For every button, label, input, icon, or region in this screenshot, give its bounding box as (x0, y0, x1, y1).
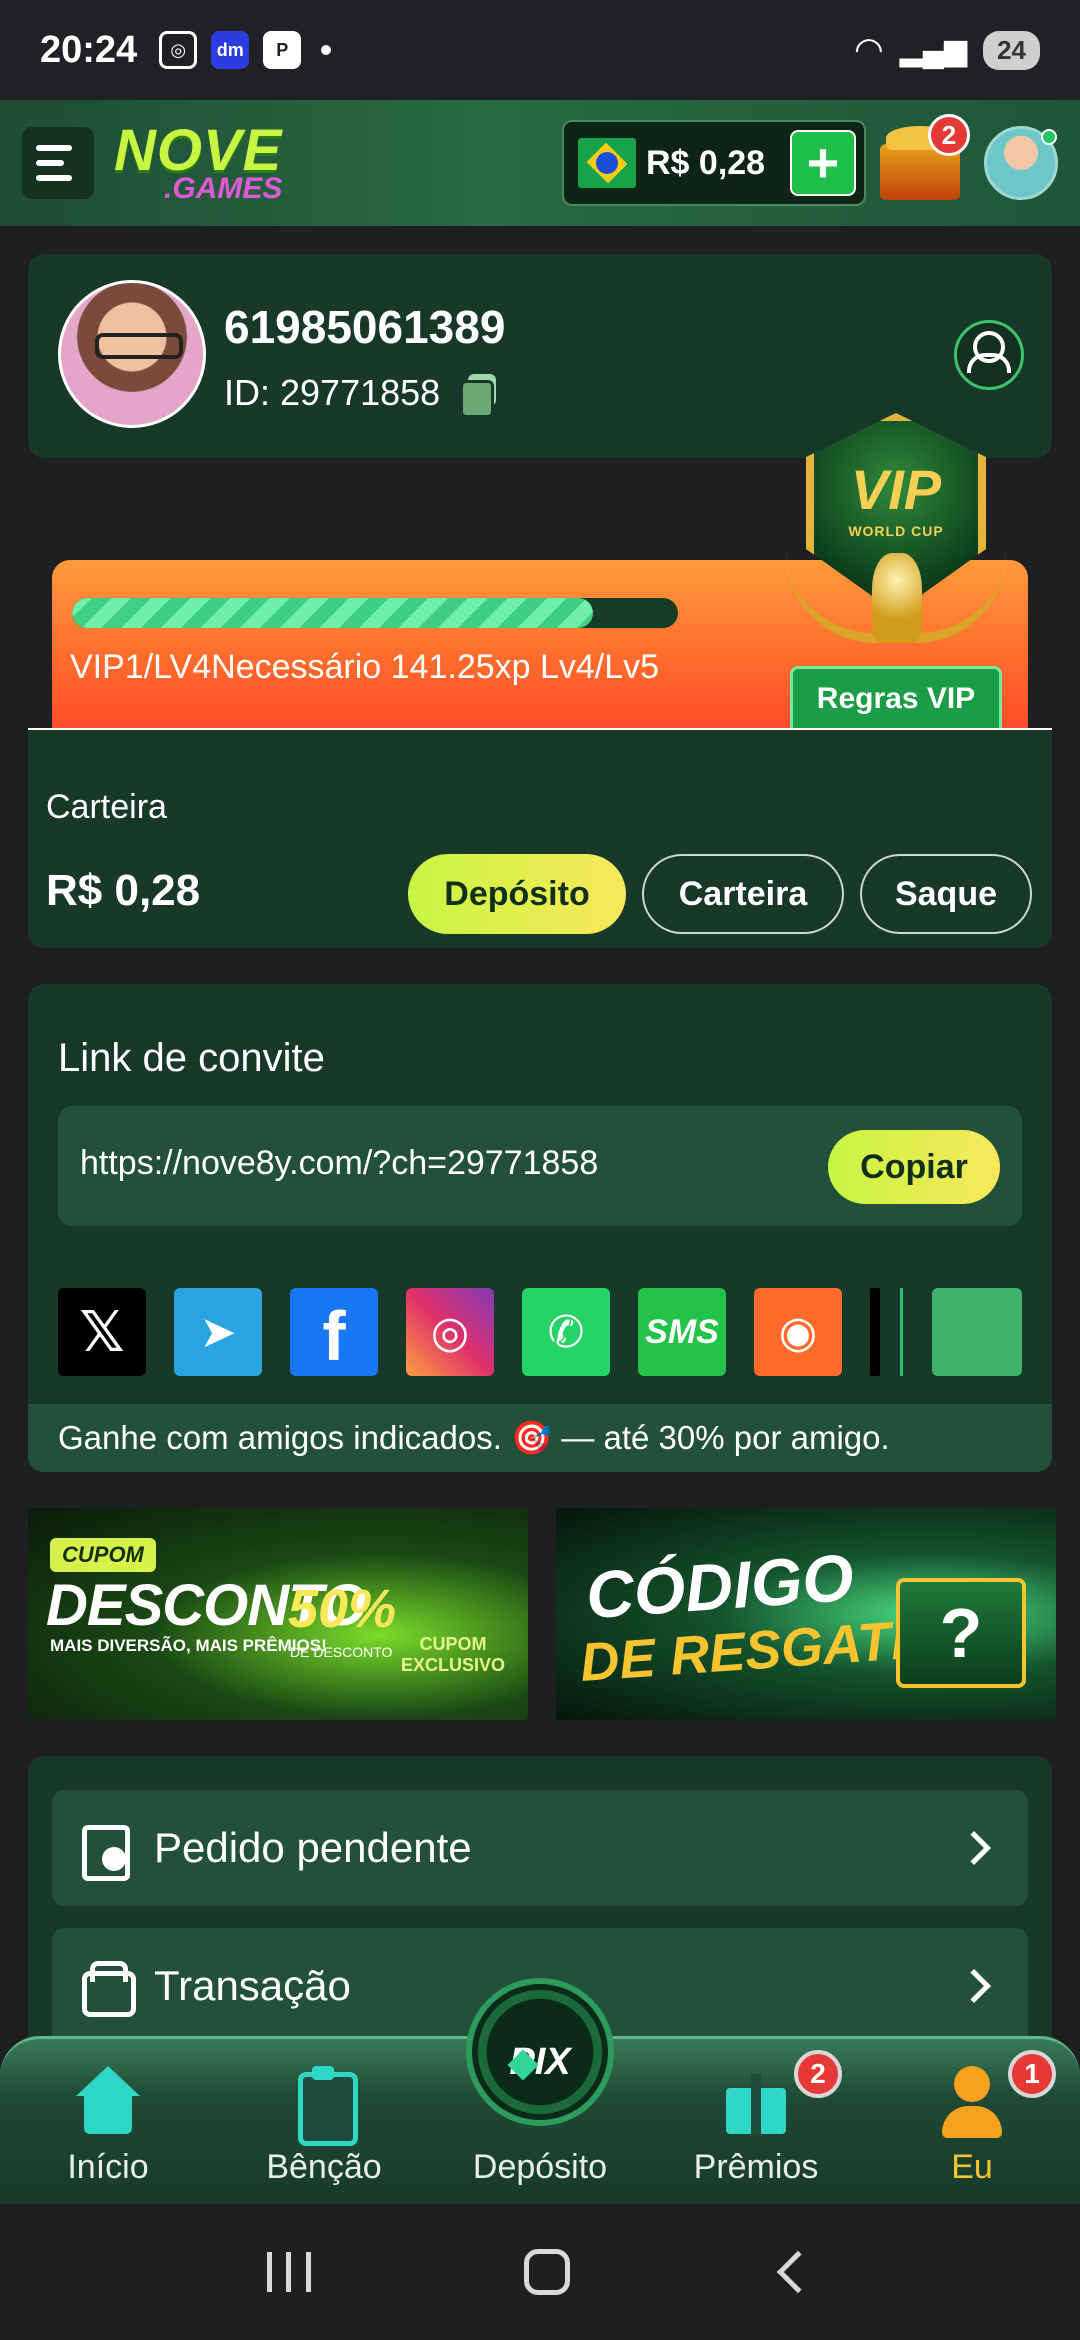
vip-badge-icon: VIP WORLD CUP (786, 403, 1006, 663)
list-item-pending-order[interactable]: Pedido pendente (52, 1790, 1028, 1906)
menu-button[interactable] (22, 127, 94, 199)
nav-home[interactable]: Início (8, 2066, 208, 2187)
profile-phone: 61985061389 (224, 301, 506, 353)
mystery-gift-icon: ? (896, 1578, 1026, 1688)
clipboard-icon (288, 2066, 360, 2146)
social-share-row: 𝕏 ➤ f ◎ ✆ SMS ◉ (58, 1288, 1022, 1376)
transaction-wallet-icon (80, 1959, 136, 2017)
notification-icons: ◎ dm P (159, 31, 332, 69)
support-avatar[interactable] (984, 126, 1058, 200)
x-icon[interactable]: 𝕏 (58, 1288, 146, 1376)
sms-icon[interactable]: SMS (638, 1288, 726, 1376)
invite-card: Link de convite https://nove8y.com/?ch=2… (28, 984, 1052, 1472)
invite-url: https://nove8y.com/?ch=29771858 (80, 1144, 599, 1182)
app-logo[interactable]: NOVE .GAMES (114, 122, 282, 204)
nav-label: Início (67, 2148, 149, 2186)
copy-link-button[interactable]: Copiar (828, 1130, 1000, 1204)
banner-percent: 50% (288, 1579, 397, 1639)
profile-id-row: ID: 29771858 (224, 372, 497, 418)
pix-icon: P (263, 31, 302, 69)
me-badge: 1 (1008, 2050, 1056, 2098)
status-bar: 20:24 ◎ dm P ◠ ▂▄▆ 24 (0, 0, 1080, 100)
recent-apps-icon[interactable] (266, 2252, 311, 2292)
status-time: 20:24 (40, 28, 138, 71)
treasure-badge: 2 (928, 114, 970, 156)
telegram-icon[interactable]: ➤ (174, 1288, 262, 1376)
nav-label: Eu (951, 2148, 993, 2186)
prizes-badge: 2 (794, 2050, 842, 2098)
user-icon (936, 2066, 1008, 2138)
wallet-card: Carteira R$ 0,28 Depósito Carteira Saque (28, 730, 1052, 948)
pending-order-icon (80, 1821, 130, 1881)
vip-progress-bar (72, 598, 678, 628)
home-icon (72, 2066, 144, 2138)
home-button-icon[interactable] (523, 2249, 570, 2295)
facebook-icon[interactable]: f (290, 1288, 378, 1376)
share-divider (900, 1288, 903, 1376)
add-funds-button[interactable]: + (790, 130, 856, 196)
kwai-icon[interactable]: ◉ (754, 1288, 842, 1376)
discount-coupon-banner[interactable]: CUPOM DESCONTO MAIS DIVERSÃO, MAIS PRÊMI… (28, 1508, 528, 1720)
invite-title: Link de convite (58, 1036, 325, 1080)
header-balance-value: R$ 0,28 (646, 143, 766, 182)
invite-footer-text: Ganhe com amigos indicados. 🎯 — até 30% … (28, 1404, 1052, 1472)
wallet-button[interactable]: Carteira (642, 854, 844, 934)
more-apps-icon[interactable] (932, 1288, 1022, 1376)
nav-label: Prêmios (693, 2148, 819, 2186)
back-icon[interactable] (777, 2250, 820, 2294)
copy-id-icon[interactable] (460, 374, 497, 418)
trophy-icon (872, 553, 922, 643)
partial-share-icon[interactable] (870, 1288, 880, 1376)
instagram-icon[interactable]: ◎ (406, 1288, 494, 1376)
edit-profile-icon[interactable] (954, 320, 1024, 390)
list-item-label: Pedido pendente (154, 1824, 472, 1871)
vip-level-text: VIP1/LV4Necessário 141.25xp Lv4/Lv5 (70, 648, 660, 686)
treasure-chest-button[interactable]: 2 (880, 114, 970, 206)
chevron-right-icon (957, 1969, 991, 2003)
instagram-icon: ◎ (159, 31, 198, 69)
header-balance[interactable]: R$ 0,28 + (562, 120, 866, 206)
nav-label: Depósito (472, 2148, 608, 2186)
brazil-flag-icon (578, 138, 636, 188)
wallet-amount: R$ 0,28 (46, 866, 201, 915)
pix-deposit-button[interactable]: PIX (466, 1978, 614, 2126)
redeem-code-banner[interactable]: CÓDIGO DE RESGATE ? (556, 1508, 1056, 1720)
system-indicators: ◠ ▂▄▆ 24 (854, 30, 1040, 70)
gift-icon (720, 2066, 792, 2138)
system-navigation-bar (0, 2204, 1080, 2340)
invite-link-box: https://nove8y.com/?ch=29771858 Copiar (58, 1106, 1022, 1226)
banner-percent-sub: DE DESCONTO (290, 1644, 393, 1660)
nav-blessing[interactable]: Bênção (224, 2066, 424, 2187)
app-header: NOVE .GAMES R$ 0,28 + 2 (0, 100, 1080, 226)
wifi-icon: ◠ (854, 31, 884, 69)
avatar[interactable] (58, 280, 206, 428)
wallet-label: Carteira (46, 788, 167, 826)
deposit-button[interactable]: Depósito (408, 854, 626, 934)
whatsapp-icon[interactable]: ✆ (522, 1288, 610, 1376)
withdraw-button[interactable]: Saque (860, 854, 1032, 934)
battery-icon: 24 (983, 30, 1040, 70)
banner-subtitle: MAIS DIVERSÃO, MAIS PRÊMIOS! (50, 1636, 327, 1655)
vip-badge-title: VIP (850, 458, 942, 521)
online-indicator (1041, 129, 1057, 145)
nav-label: Bênção (266, 2148, 382, 2186)
banner-coupon-label: CUPOM EXCLUSIVO (400, 1634, 506, 1675)
dm-icon: dm (211, 31, 250, 69)
profile-id: ID: 29771858 (224, 372, 441, 413)
chevron-right-icon (957, 1831, 991, 1865)
vip-progress-fill (72, 598, 594, 628)
more-notifications-dot (321, 45, 332, 55)
signal-icon: ▂▄▆ (899, 33, 968, 67)
vip-rules-button[interactable]: Regras VIP (790, 666, 1002, 728)
vip-badge-subtitle: WORLD CUP (848, 523, 944, 539)
list-item-label: Transação (154, 1962, 351, 2009)
bottom-navigation: Início Bênção Depósito PIX Prêmios 2 Eu … (0, 1978, 1080, 2204)
banner-tag: CUPOM (50, 1538, 156, 1572)
